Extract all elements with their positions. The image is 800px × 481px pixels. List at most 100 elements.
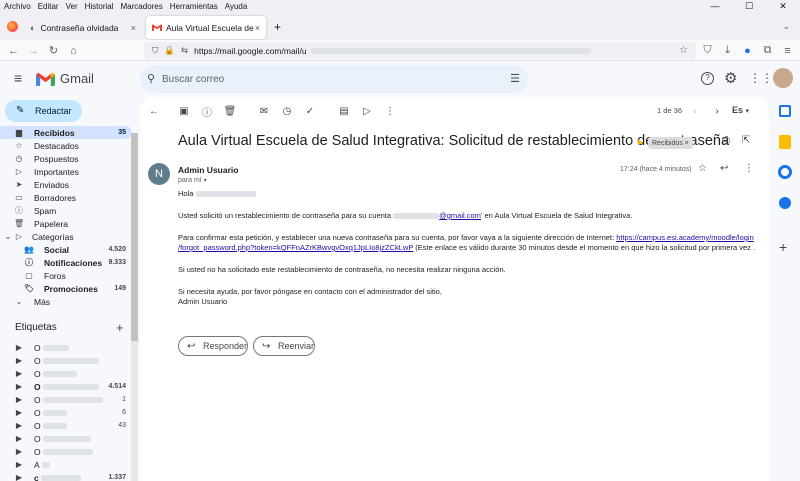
label-item[interactable]: ▶ O 1	[0, 393, 132, 406]
help-icon[interactable]: ?	[701, 72, 714, 85]
settings-gear-icon[interactable]: ⚙	[724, 69, 737, 87]
label-item[interactable]: ▶ O 6	[0, 406, 132, 419]
calendar-icon[interactable]	[779, 105, 791, 117]
menu-editar[interactable]: Editar	[38, 2, 59, 11]
reset-link-part1[interactable]: https://campus.esi.academy/moodle/login	[616, 233, 754, 242]
message-more-icon[interactable]: ⋮	[744, 163, 754, 174]
open-new-window-icon[interactable]: ⇱	[742, 135, 750, 146]
snooze-icon[interactable]: ◷	[280, 104, 294, 118]
tasks-icon[interactable]	[778, 165, 792, 179]
back-icon[interactable]: ←	[6, 43, 21, 58]
sidebar-item-pospuestos[interactable]: ◷ Pospuestos	[0, 152, 132, 165]
label-item[interactable]: ▶ O	[0, 432, 132, 445]
compose-button[interactable]: ✎ Redactar	[5, 100, 82, 122]
close-window-icon[interactable]: ✕	[766, 0, 800, 13]
next-email-icon[interactable]: ›	[710, 104, 724, 118]
extensions-icon[interactable]: ⧉	[760, 43, 775, 58]
back-to-inbox-icon[interactable]: ←	[147, 104, 161, 118]
menu-archivo[interactable]: Archivo	[4, 2, 31, 11]
tab-close-icon[interactable]: ×	[131, 23, 136, 33]
new-tab-button[interactable]: +	[274, 20, 281, 34]
sidebar-item-notificaciones[interactable]: ⓘ Notificaciones 9.333	[0, 256, 132, 269]
mark-unread-icon[interactable]: ✉	[257, 104, 271, 118]
label-item[interactable]: ▶ O	[0, 354, 132, 367]
label-as-icon[interactable]: ▷	[360, 104, 374, 118]
tab-close-icon[interactable]: ×	[255, 23, 260, 33]
inbox-label-chip[interactable]: Recibidos ×	[648, 137, 693, 149]
delete-icon[interactable]: 🗑	[223, 104, 237, 118]
search-filter-icon[interactable]: ☰	[510, 72, 520, 85]
reply-button[interactable]: ↩ Responder	[178, 336, 248, 356]
sidebar-item-importantes[interactable]: ▷ Importantes	[0, 165, 132, 178]
sidebar-item-papelera[interactable]: 🗑 Papelera	[0, 217, 132, 230]
search-input[interactable]: Buscar correo	[162, 74, 224, 85]
maximize-icon[interactable]: ☐	[732, 0, 766, 13]
sidebar-item-mas[interactable]: ⌄ Más	[0, 295, 132, 308]
menu-ayuda[interactable]: Ayuda	[225, 2, 248, 11]
sidebar-item-promociones[interactable]: 🏷 Promociones 149	[0, 282, 132, 295]
label-item[interactable]: ▶ O	[0, 445, 132, 458]
tab-aula-virtual[interactable]: Aula Virtual Escuela de Salud In ×	[146, 16, 266, 39]
forward-icon[interactable]: →	[26, 43, 41, 58]
search-bar[interactable]: ⚲ Buscar correo ☰	[140, 65, 528, 93]
search-icon[interactable]: ⚲	[147, 72, 155, 85]
firefox-icon[interactable]	[7, 21, 18, 32]
tab-contrasena-olvidada[interactable]: ◐ Contraseña olvidada ×	[24, 16, 142, 39]
shield-icon[interactable]: ⛉	[152, 45, 158, 56]
menu-ver[interactable]: Ver	[66, 2, 78, 11]
label-item[interactable]: ▶ A	[0, 458, 132, 471]
label-item[interactable]: ▶ O 4.514	[0, 380, 132, 393]
print-icon[interactable]: ⎙	[722, 135, 730, 146]
menu-historial[interactable]: Historial	[85, 2, 114, 11]
url-bar[interactable]: ⛉ 🔒 ⇆ https://mail.google.com/mail/u ☆	[144, 42, 696, 59]
sidebar-item-categorias[interactable]: ⌄ ▷ Categorías	[0, 230, 132, 243]
sender-name[interactable]: Admin Usuario	[178, 165, 238, 175]
contacts-icon[interactable]	[779, 197, 791, 209]
menu-herramientas[interactable]: Herramientas	[170, 2, 218, 11]
lock-icon[interactable]: 🔒	[164, 45, 175, 56]
keep-icon[interactable]	[779, 135, 791, 149]
extension-blue-icon[interactable]: ●	[740, 43, 755, 58]
recipient-line[interactable]: para mí ▾	[178, 177, 207, 184]
prev-email-icon[interactable]: ‹	[688, 104, 702, 118]
pocket-icon[interactable]: ⛉	[700, 43, 715, 58]
menu-icon[interactable]: ≡	[780, 43, 795, 58]
permissions-icon[interactable]: ⇆	[181, 45, 188, 56]
reply-icon[interactable]: ↩	[720, 163, 728, 174]
download-icon[interactable]: ⤓	[720, 43, 735, 58]
bookmark-star-icon[interactable]: ☆	[679, 45, 688, 56]
reset-link-part2[interactable]: /forgot_password.php?token=kQFFnAZrKBwvg…	[178, 243, 413, 252]
label-item[interactable]: ▶ c 1.337	[0, 471, 132, 481]
minimize-icon[interactable]: —	[698, 0, 732, 13]
move-to-icon[interactable]: ▤	[337, 104, 351, 118]
account-email-link[interactable]: @gmail.com	[439, 211, 481, 220]
star-email-icon[interactable]: ☆	[698, 163, 707, 174]
sidebar-item-recibidos[interactable]: ▆ Recibidos 35	[0, 126, 132, 139]
sidebar-scroll-thumb[interactable]	[131, 133, 138, 341]
gmail-logo[interactable]: Gmail	[36, 71, 94, 86]
label-item[interactable]: ▶ O 43	[0, 419, 132, 432]
add-addon-icon[interactable]: +	[779, 239, 787, 255]
sidebar-item-social[interactable]: 👥 Social 4.520	[0, 243, 132, 256]
main-menu-icon[interactable]: ≡	[14, 70, 22, 86]
label-item[interactable]: ▶ O	[0, 367, 132, 380]
tab-list-icon[interactable]: ⌄	[782, 21, 790, 32]
sidebar-item-foros[interactable]: ▢ Foros	[0, 269, 132, 282]
importance-marker-icon[interactable]: ►	[636, 137, 645, 147]
sidebar-item-borradores[interactable]: ▭ Borradores	[0, 191, 132, 204]
add-label-icon[interactable]: +	[116, 320, 124, 335]
apps-grid-icon[interactable]: ⋮⋮	[749, 71, 773, 85]
sender-avatar[interactable]: N	[148, 163, 170, 185]
report-spam-icon[interactable]: ⓘ	[200, 104, 214, 119]
reload-icon[interactable]: ↻	[46, 43, 61, 58]
label-item[interactable]: ▶ O	[0, 341, 132, 354]
sidebar-item-destacados[interactable]: ☆ Destacados	[0, 139, 132, 152]
sidebar-item-spam[interactable]: ⓘ Spam	[0, 204, 132, 217]
menu-marcadores[interactable]: Marcadores	[121, 2, 163, 11]
add-task-icon[interactable]: ✓	[303, 104, 317, 118]
more-vertical-icon[interactable]: ⋮	[383, 104, 397, 118]
home-icon[interactable]: ⌂	[66, 43, 81, 58]
sidebar-item-enviados[interactable]: ➤ Enviados	[0, 178, 132, 191]
language-selector[interactable]: Es ▾	[732, 105, 749, 115]
archive-icon[interactable]: ▣	[177, 104, 191, 118]
